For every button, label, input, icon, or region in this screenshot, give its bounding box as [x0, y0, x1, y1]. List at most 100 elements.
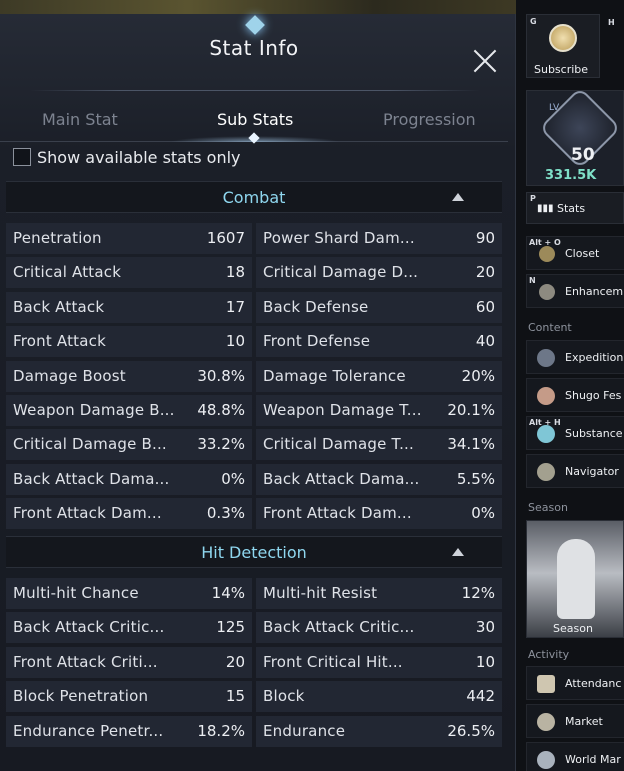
stat-cell[interactable]: Front Defense 40 — [256, 326, 502, 358]
stat-value: 30.8% — [197, 366, 245, 385]
level-value: 50 — [571, 145, 595, 165]
stat-name: Damage Tolerance — [263, 366, 406, 385]
stat-name: Block — [263, 687, 305, 706]
stat-cell[interactable]: Damage Tolerance 20% — [256, 360, 502, 392]
section-label-season: Season — [528, 501, 568, 514]
stat-cell[interactable]: Critical Damage D... 20 — [256, 257, 502, 289]
tab-progression[interactable]: Progression — [383, 110, 476, 129]
stat-cell[interactable]: Weapon Damage B... 48.8% — [6, 395, 252, 426]
bar-chart-icon: ▮▮▮ — [537, 203, 554, 214]
close-icon[interactable] — [471, 48, 499, 76]
stat-cell[interactable]: Penetration 1607 — [6, 223, 252, 254]
stat-cell[interactable]: Damage Boost 30.8% — [6, 360, 252, 392]
sidebar-item-label: World Mar — [565, 753, 621, 766]
stat-name: Critical Damage D... — [263, 263, 419, 282]
shugo-icon — [537, 387, 555, 405]
stat-cell[interactable]: Back Attack 17 — [6, 291, 252, 323]
stat-name: Multi-hit Chance — [13, 584, 139, 602]
sidebar-item-expedition[interactable]: Expedition — [526, 340, 624, 374]
stat-row: Front Attack Dam... 0.3% Front Attack Dam.… — [6, 498, 502, 530]
tab-bar: Main Stat Sub Stats Progression — [0, 96, 508, 142]
stat-cell[interactable]: Endurance Penetr... 18.2% — [6, 715, 252, 747]
stat-cell[interactable]: Multi-hit Chance 14% — [6, 578, 252, 609]
sidebar-item-label: Substance — [565, 427, 623, 440]
sidebar-item-market[interactable]: Market — [526, 704, 624, 738]
gate-icon — [537, 349, 555, 367]
sidebar-item-world-market[interactable]: World Mar — [526, 742, 624, 771]
stat-cell[interactable]: Back Attack Dama... 0% — [6, 463, 252, 495]
stat-cell[interactable]: Back Attack Critic... 125 — [6, 612, 252, 644]
stat-name: Weapon Damage T... — [263, 401, 422, 419]
stat-cell[interactable]: Endurance 26.5% — [256, 715, 502, 747]
stat-cell[interactable]: Power Shard Dam... 90 — [256, 223, 502, 254]
closet-icon — [539, 246, 555, 262]
stat-name: Block Penetration — [13, 687, 149, 706]
stats-label: Stats — [557, 202, 586, 215]
stat-row: Back Attack 17 Back Defense 60 — [6, 291, 502, 323]
hotkey-label: N — [529, 276, 536, 285]
sidebar-item-enhance[interactable]: N Enhancem — [526, 274, 624, 308]
stat-name: Back Defense — [263, 297, 369, 316]
stat-cell[interactable]: Block Penetration 15 — [6, 681, 252, 713]
stat-row: Back Attack Critic... 125 Back Attack Crit… — [6, 612, 502, 644]
show-available-checkbox[interactable] — [13, 148, 31, 166]
stat-cell[interactable]: Front Attack Dam... 0.3% — [6, 498, 252, 530]
stat-cell[interactable]: Back Attack Critic... 30 — [256, 612, 502, 644]
stat-value: 48.8% — [197, 401, 245, 419]
stat-row: Block Penetration 15 Block 442 — [6, 681, 502, 713]
subscribe-button[interactable]: G Subscribe — [526, 14, 600, 78]
tab-sub-stats[interactable]: Sub Stats — [217, 110, 293, 129]
stat-cell[interactable]: Critical Attack 18 — [6, 257, 252, 289]
stat-value: 33.2% — [197, 435, 245, 454]
sidebar-item-attendance[interactable]: Attendanc — [526, 666, 624, 700]
stat-cell[interactable]: Front Attack Criti... 20 — [6, 646, 252, 678]
anvil-icon — [539, 284, 555, 300]
stat-cell[interactable]: Block 442 — [256, 681, 502, 713]
stat-cell[interactable]: Front Attack 10 — [6, 326, 252, 358]
section-title: Combat — [222, 188, 286, 207]
stat-cell[interactable]: Front Critical Hit... 10 — [256, 646, 502, 678]
right-sidebar: G Subscribe H LV 50 331.5K P ▮▮▮ Stats A… — [516, 0, 624, 771]
stat-name: Critical Damage B... — [13, 435, 167, 454]
stat-value: 1607 — [206, 229, 245, 247]
stat-name: Front Attack — [13, 332, 106, 351]
character-level-card[interactable]: LV 50 331.5K — [526, 86, 624, 186]
stat-info-panel: Stat Info Main Stat Sub Stats Progressio… — [0, 14, 516, 771]
sidebar-item-label: Closet — [565, 247, 600, 260]
stat-row: Critical Attack 18 Critical Damage D... 20 — [6, 257, 502, 289]
stat-name: Weapon Damage B... — [13, 401, 175, 419]
stat-cell[interactable]: Back Attack Dama... 5.5% — [256, 463, 502, 495]
stat-cell[interactable]: Multi-hit Resist 12% — [256, 578, 502, 609]
stat-row: Front Attack Criti... 20 Front Critical Hi… — [6, 646, 502, 678]
stat-value: 90 — [475, 229, 495, 247]
tab-main-stat[interactable]: Main Stat — [42, 110, 118, 129]
stat-cell[interactable]: Critical Damage B... 33.2% — [6, 429, 252, 461]
section-hit-detection-header[interactable]: Hit Detection — [6, 536, 502, 568]
sidebar-item-closet[interactable]: Alt + O Closet — [526, 236, 624, 270]
stat-value: 0.3% — [206, 504, 245, 523]
stat-value: 0% — [471, 504, 495, 523]
section-combat-header[interactable]: Combat — [6, 181, 502, 213]
stat-cell[interactable]: Front Attack Dam... 0% — [256, 498, 502, 530]
membership-icon — [549, 24, 577, 52]
sidebar-item-substance[interactable]: Alt + H Substance — [526, 416, 624, 450]
sidebar-item-shugo-festival[interactable]: Shugo Fes — [526, 378, 624, 412]
stat-cell[interactable]: Weapon Damage T... 20.1% — [256, 395, 502, 426]
stat-row: Damage Boost 30.8% Damage Tolerance 20% — [6, 360, 502, 392]
season-card[interactable]: Season — [526, 520, 624, 638]
collapse-caret-icon[interactable] — [452, 548, 464, 556]
sidebar-item-navigator[interactable]: Navigator — [526, 454, 624, 488]
season-statue-image — [557, 539, 595, 619]
sidebar-item-label: Enhancem — [565, 285, 624, 298]
stat-value: 20 — [225, 652, 245, 671]
stat-cell[interactable]: Critical Damage T... 34.1% — [256, 429, 502, 461]
stat-name: Front Attack Dam... — [13, 504, 162, 523]
collapse-caret-icon[interactable] — [452, 193, 464, 201]
stats-button[interactable]: P ▮▮▮ Stats — [526, 192, 624, 224]
show-available-filter[interactable]: Show available stats only — [13, 146, 241, 168]
hotkey-label: P — [530, 194, 536, 203]
attendance-icon — [537, 675, 555, 693]
globe-market-icon — [537, 751, 555, 769]
stat-cell[interactable]: Back Defense 60 — [256, 291, 502, 323]
stat-name: Critical Attack — [13, 263, 122, 282]
